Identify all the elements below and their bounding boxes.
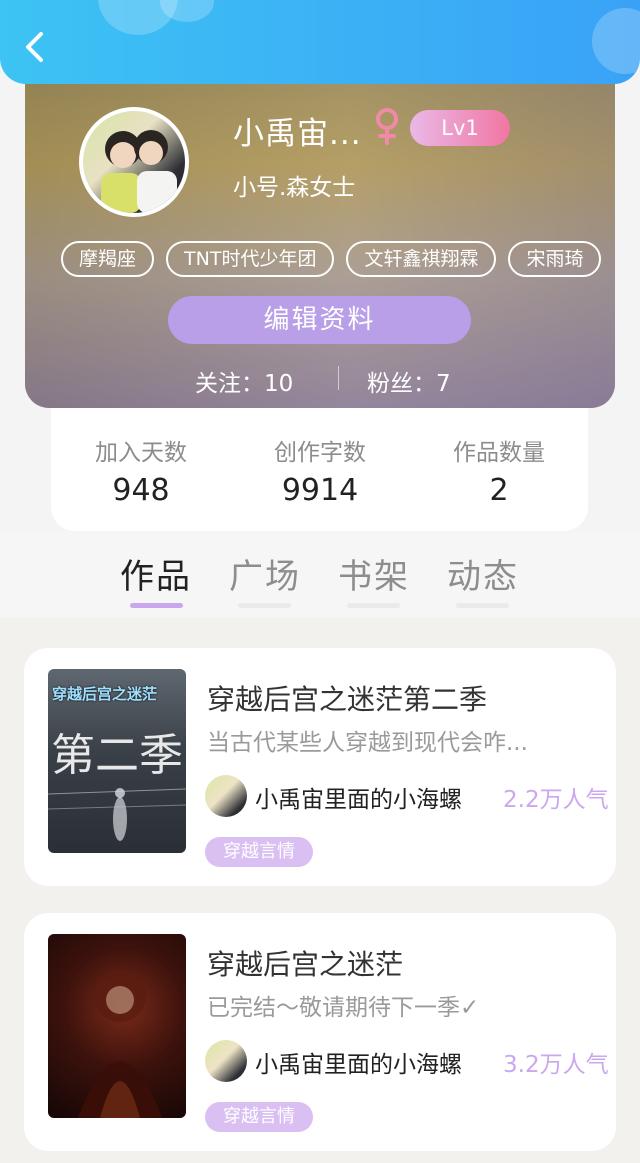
genre-tag: 穿越言情 — [205, 837, 313, 867]
tab-indicator — [347, 603, 400, 608]
stat-word-count: 创作字数 9914 — [230, 433, 410, 508]
author-avatar — [205, 1040, 247, 1082]
back-button[interactable] — [14, 24, 54, 70]
author-row: 小禹宙里面的小海螺 2.2万人气 — [205, 772, 616, 818]
popularity: 3.2万人气 — [503, 1052, 609, 1078]
chevron-left-icon — [26, 32, 43, 62]
stat-label: 作品数量 — [453, 440, 545, 466]
work-title: 穿越后宫之迷茫 — [207, 948, 404, 981]
author-avatar — [205, 775, 247, 817]
stat-value: 9914 — [281, 473, 359, 508]
author-row: 小禹宙里面的小海螺 3.2万人气 — [205, 1037, 616, 1083]
avatar-image — [101, 130, 177, 213]
author-name: 小禹宙里面的小海螺 — [255, 787, 462, 813]
tab-square[interactable]: 广场 — [229, 549, 301, 598]
edit-profile-button[interactable]: 编辑资料 — [168, 296, 471, 344]
level-badge: Lv1 — [410, 110, 510, 146]
stat-value: 948 — [112, 473, 170, 508]
profile-tags: 摩羯座 TNT时代少年团 文轩鑫祺翔霖 宋雨琦 — [61, 241, 602, 277]
genre-tag: 穿越言情 — [205, 1102, 313, 1132]
fans-count[interactable]: 粉丝：7 — [367, 364, 451, 398]
tag-item[interactable]: 摩羯座 — [61, 241, 155, 277]
tab-indicator — [238, 603, 291, 608]
stat-works-count: 作品数量 2 — [409, 433, 589, 508]
work-card[interactable]: 穿越后宫之迷茫 已完结～敬请期待下一季✓ 小禹宙里面的小海螺 3.2万人气 穿越… — [24, 913, 616, 1151]
tag-item[interactable]: 文轩鑫祺翔霖 — [346, 241, 497, 277]
cover-art — [48, 788, 186, 841]
tab-bar: 作品 广场 书架 动态 — [0, 531, 640, 618]
profile-subname: 小号.森女士 — [233, 175, 356, 201]
works-list: 穿越后宫之迷茫 第二季 穿越后宫之迷茫第二季 当古代某些人穿越到现代会咋... … — [0, 618, 640, 1163]
divider — [338, 366, 339, 390]
following-count[interactable]: 关注：10 — [195, 364, 293, 398]
tab-indicator-active — [130, 603, 183, 608]
cover-art — [78, 970, 162, 1118]
work-card[interactable]: 穿越后宫之迷茫 第二季 穿越后宫之迷茫第二季 当古代某些人穿越到现代会咋... … — [24, 648, 616, 886]
tab-works[interactable]: 作品 — [120, 549, 192, 598]
author-name: 小禹宙里面的小海螺 — [255, 1052, 462, 1078]
tag-item[interactable]: 宋雨琦 — [508, 241, 602, 277]
work-description: 当古代某些人穿越到现代会咋... — [207, 730, 528, 756]
username: 小禹宙... — [233, 116, 362, 152]
book-cover: 穿越后宫之迷茫 第二季 — [48, 669, 186, 853]
top-bar — [0, 0, 640, 84]
book-cover — [48, 934, 186, 1118]
stat-join-days: 加入天数 948 — [51, 433, 231, 508]
follow-stats: 关注：10 粉丝：7 — [25, 360, 615, 398]
popularity: 2.2万人气 — [503, 787, 609, 813]
stat-label: 加入天数 — [95, 440, 187, 466]
female-icon — [372, 106, 402, 146]
profile-header: 小禹宙... Lv1 小号.森女士 摩羯座 TNT时代少年团 文轩鑫祺翔霖 宋雨… — [25, 60, 615, 408]
tab-activity[interactable]: 动态 — [447, 549, 519, 598]
decor-bubble — [592, 8, 640, 74]
tag-item[interactable]: TNT时代少年团 — [166, 241, 335, 277]
work-description: 已完结～敬请期待下一季✓ — [207, 995, 480, 1021]
stat-label: 创作字数 — [274, 440, 366, 466]
tab-bookshelf[interactable]: 书架 — [338, 549, 410, 598]
stat-value: 2 — [489, 473, 509, 508]
tab-indicator — [456, 603, 509, 608]
avatar[interactable] — [79, 107, 189, 217]
work-title: 穿越后宫之迷茫第二季 — [207, 683, 488, 716]
